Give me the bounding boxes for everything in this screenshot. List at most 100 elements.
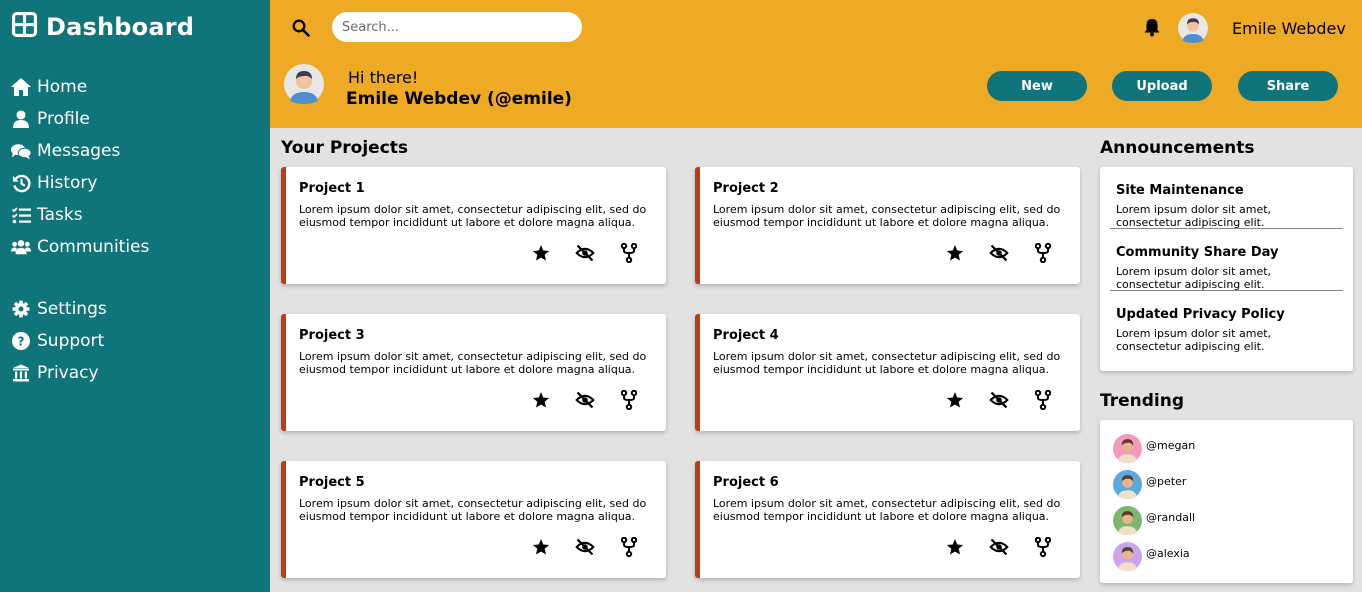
project-actions	[945, 242, 1053, 264]
nav-label: Settings	[37, 299, 107, 319]
announcement-title: Updated Privacy Policy	[1116, 307, 1285, 322]
nav-item-communities[interactable]: Communities	[11, 231, 149, 263]
gear-icon	[11, 299, 31, 319]
nav-label: Home	[37, 77, 88, 97]
header-username[interactable]: Emile Webdev	[1232, 19, 1346, 38]
profile-display-name: Emile Webdev (@emile)	[346, 89, 572, 109]
history-icon	[11, 173, 31, 193]
project-title: Project 2	[713, 181, 779, 196]
profile-avatar	[284, 64, 324, 108]
project-description: Lorem ipsum dolor sit amet, consectetur …	[299, 350, 647, 376]
project-description: Lorem ipsum dolor sit amet, consectetur …	[713, 350, 1061, 376]
user-avatar	[1113, 433, 1142, 467]
people-icon	[11, 237, 31, 257]
nav-label: Messages	[37, 141, 121, 161]
user-handle: @peter	[1146, 474, 1187, 488]
nav-label: Communities	[37, 237, 150, 257]
secondary-nav: Settings ? Support Privacy	[11, 293, 107, 389]
eye-slash-icon[interactable]	[575, 242, 595, 264]
announcement-text: Lorem ipsum dolor sit amet, consectetur …	[1116, 265, 1272, 291]
star-icon[interactable]	[531, 242, 551, 264]
project-card[interactable]: Project 5 Lorem ipsum dolor sit amet, con…	[281, 461, 666, 578]
project-card[interactable]: Project 3 Lorem ipsum dolor sit amet, con…	[281, 314, 666, 431]
nav-label: Profile	[37, 109, 90, 129]
tasks-icon	[11, 205, 31, 225]
nav-item-support[interactable]: ? Support	[11, 325, 107, 357]
nav-item-messages[interactable]: Messages	[11, 135, 149, 167]
star-icon[interactable]	[945, 536, 965, 558]
sidebar: Dashboard Home Profile Messages History …	[0, 0, 270, 592]
user-handle: @randall	[1146, 510, 1196, 524]
privacy-icon	[11, 363, 31, 383]
project-actions	[945, 536, 1053, 558]
user-icon	[11, 109, 31, 129]
project-description: Lorem ipsum dolor sit amet, consectetur …	[713, 203, 1061, 229]
trending-title: Trending	[1100, 391, 1185, 411]
share-button[interactable]: Share	[1238, 71, 1338, 101]
bell-icon[interactable]	[1144, 18, 1160, 41]
trending-user[interactable]: @peter	[1113, 468, 1353, 504]
fork-icon[interactable]	[1033, 389, 1053, 411]
brand[interactable]: Dashboard	[12, 12, 194, 41]
eye-slash-icon[interactable]	[989, 389, 1009, 411]
eye-slash-icon[interactable]	[575, 536, 595, 558]
project-card[interactable]: Project 2 Lorem ipsum dolor sit amet, con…	[695, 167, 1080, 284]
app-title: Dashboard	[46, 12, 195, 41]
nav-item-privacy[interactable]: Privacy	[11, 357, 107, 389]
eye-slash-icon[interactable]	[575, 389, 595, 411]
upload-button[interactable]: Upload	[1112, 71, 1212, 101]
nav-item-home[interactable]: Home	[11, 71, 149, 103]
nav-label: Tasks	[37, 205, 83, 225]
fork-icon[interactable]	[619, 242, 639, 264]
project-title: Project 6	[713, 475, 779, 490]
project-card[interactable]: Project 6 Lorem ipsum dolor sit amet, con…	[695, 461, 1080, 578]
nav-item-tasks[interactable]: Tasks	[11, 199, 149, 231]
nav-item-profile[interactable]: Profile	[11, 103, 149, 135]
project-title: Project 4	[713, 328, 779, 343]
home-icon	[11, 77, 31, 97]
fork-icon[interactable]	[1033, 242, 1053, 264]
svg-text:?: ?	[18, 335, 25, 349]
project-actions	[531, 242, 639, 264]
projects-title: Your Projects	[281, 138, 409, 158]
nav-item-history[interactable]: History	[11, 167, 149, 199]
fork-icon[interactable]	[619, 389, 639, 411]
avatar[interactable]	[1178, 13, 1208, 47]
search-input[interactable]	[332, 12, 582, 42]
header: Emile Webdev Hi there! Emile Webdev (@em…	[270, 0, 1362, 128]
announcements-title: Announcements	[1100, 138, 1255, 158]
announcement-item[interactable]: Site Maintenance Lorem ipsum dolor sit a…	[1110, 167, 1343, 229]
star-icon[interactable]	[531, 389, 551, 411]
announcement-text: Lorem ipsum dolor sit amet, consectetur …	[1116, 327, 1272, 353]
nav-item-settings[interactable]: Settings	[11, 293, 107, 325]
star-icon[interactable]	[945, 389, 965, 411]
star-icon[interactable]	[945, 242, 965, 264]
trending-user[interactable]: @randall	[1113, 504, 1353, 540]
chat-icon	[11, 141, 31, 161]
primary-nav: Home Profile Messages History Tasks Comm…	[11, 71, 149, 263]
user-handle: @megan	[1146, 438, 1196, 452]
project-actions	[531, 536, 639, 558]
dashboard-grid-icon	[12, 12, 37, 41]
nav-label: Privacy	[37, 363, 99, 383]
star-icon[interactable]	[531, 536, 551, 558]
trending-user[interactable]: @megan	[1113, 432, 1353, 468]
fork-icon[interactable]	[1033, 536, 1053, 558]
project-description: Lorem ipsum dolor sit amet, consectetur …	[713, 497, 1061, 523]
search-icon[interactable]	[292, 19, 310, 41]
eye-slash-icon[interactable]	[989, 536, 1009, 558]
project-actions	[945, 389, 1053, 411]
announcement-title: Community Share Day	[1116, 245, 1279, 260]
announcement-item[interactable]: Updated Privacy Policy Lorem ipsum dolor…	[1110, 291, 1343, 353]
fork-icon[interactable]	[619, 536, 639, 558]
announcement-text: Lorem ipsum dolor sit amet, consectetur …	[1116, 203, 1272, 229]
project-card[interactable]: Project 1 Lorem ipsum dolor sit amet, con…	[281, 167, 666, 284]
new-button[interactable]: New	[987, 71, 1087, 101]
trending-panel: @megan @peter @randall @alexia	[1100, 420, 1353, 583]
project-card[interactable]: Project 4 Lorem ipsum dolor sit amet, con…	[695, 314, 1080, 431]
trending-user[interactable]: @alexia	[1113, 540, 1353, 576]
announcement-item[interactable]: Community Share Day Lorem ipsum dolor si…	[1110, 229, 1343, 291]
user-avatar	[1113, 469, 1142, 503]
project-actions	[531, 389, 639, 411]
eye-slash-icon[interactable]	[989, 242, 1009, 264]
